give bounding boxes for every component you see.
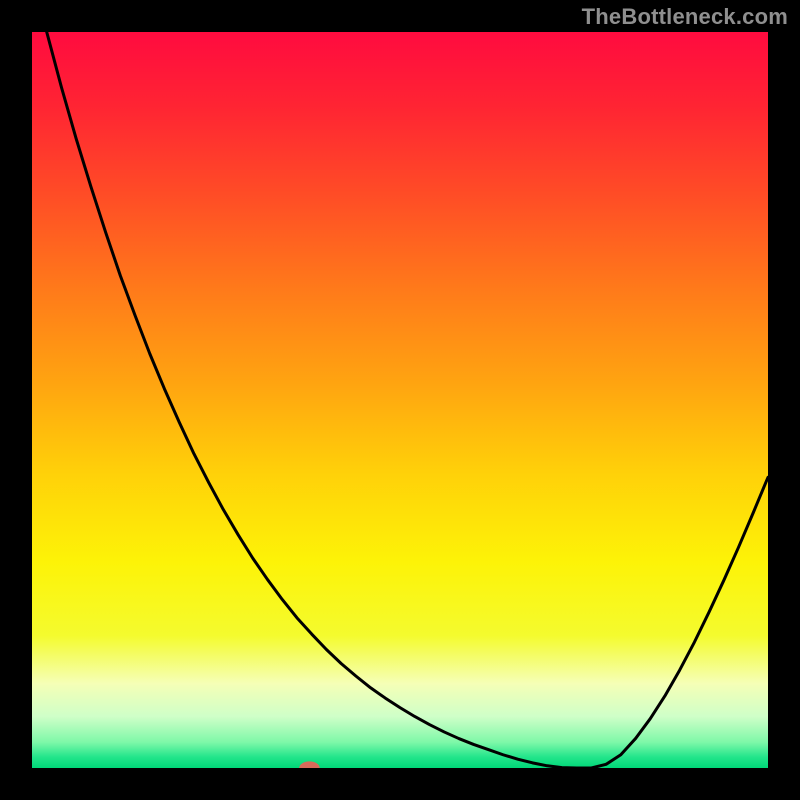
chart-frame: TheBottleneck.com bbox=[0, 0, 800, 800]
chart-svg bbox=[32, 32, 768, 768]
bottleneck-chart bbox=[32, 32, 768, 768]
gradient-background bbox=[32, 32, 768, 768]
watermark-text: TheBottleneck.com bbox=[582, 4, 788, 30]
